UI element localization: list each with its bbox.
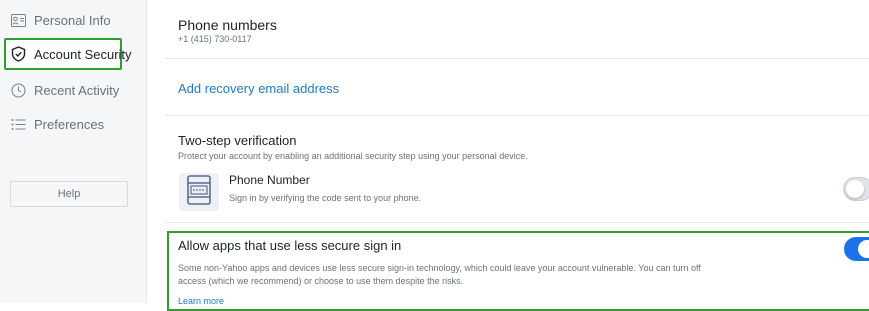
sidebar-item-label: Recent Activity [34, 82, 120, 98]
less-secure-title: Allow apps that use less secure sign in [178, 238, 402, 253]
phone-number-icon-box [179, 173, 219, 211]
less-secure-description-line2: access (which we recommend) or choose to… [178, 276, 464, 286]
divider [165, 58, 869, 59]
learn-more-link[interactable]: Learn more [178, 296, 224, 306]
list-icon [10, 116, 26, 132]
clock-icon [10, 82, 26, 98]
two-step-phone-toggle[interactable] [843, 177, 869, 201]
two-step-title: Two-step verification [178, 133, 297, 148]
sidebar-item-personal-info[interactable]: Personal Info [0, 5, 147, 35]
sidebar-item-label: Account Security [34, 46, 132, 62]
phone-number-value: +1 (415) 730-0117 [178, 34, 252, 44]
phone-method-description: Sign in by verifying the code sent to yo… [229, 193, 422, 203]
toggle-knob [858, 240, 869, 258]
main-content: Phone numbers +1 (415) 730-0117 Add reco… [147, 0, 869, 311]
sidebar: Personal Info Account Security Recent Ac… [0, 0, 147, 303]
divider [165, 222, 869, 223]
phone-device-icon [187, 174, 211, 210]
sidebar-item-account-security[interactable]: Account Security [0, 39, 147, 69]
sidebar-item-label: Preferences [34, 116, 105, 132]
sidebar-item-preferences[interactable]: Preferences [0, 109, 147, 139]
shield-icon [10, 46, 26, 62]
toggle-knob [846, 180, 864, 198]
sidebar-item-recent-activity[interactable]: Recent Activity [0, 75, 147, 105]
divider [165, 115, 869, 116]
phone-method-title: Phone Number [229, 173, 310, 187]
less-secure-description-line1: Some non-Yahoo apps and devices use less… [178, 263, 701, 273]
id-card-icon [10, 12, 26, 28]
two-step-description: Protect your account by enabling an addi… [178, 151, 528, 161]
help-button[interactable]: Help [10, 181, 128, 207]
less-secure-toggle[interactable] [844, 237, 869, 261]
add-recovery-email-link[interactable]: Add recovery email address [178, 81, 339, 96]
sidebar-item-label: Personal Info [34, 12, 111, 28]
phone-numbers-title: Phone numbers [178, 17, 277, 33]
